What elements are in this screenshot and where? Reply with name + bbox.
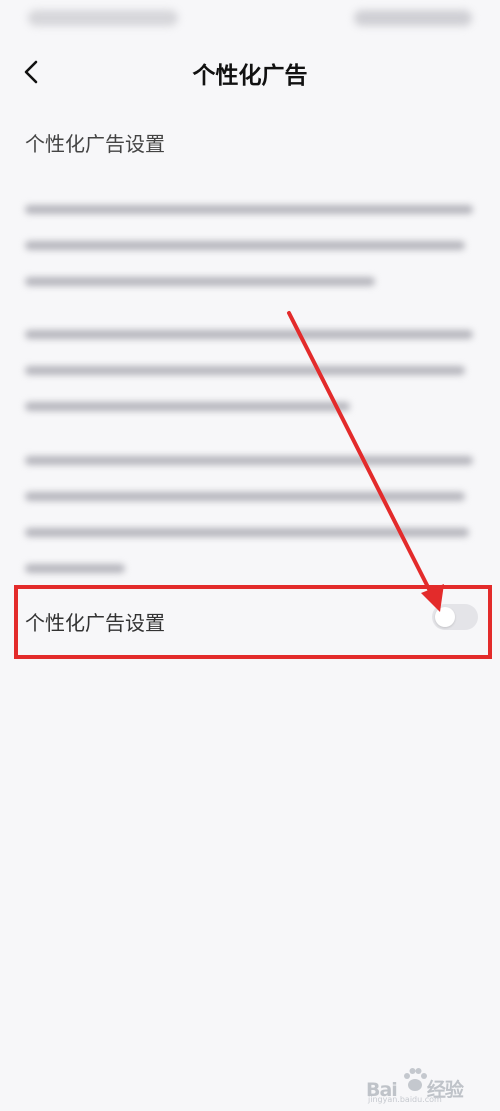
status-bar-right-blurred [354, 10, 472, 26]
blurred-description-paragraph-1 [25, 205, 473, 313]
page-title: 个性化广告 [192, 63, 308, 89]
personalized-ads-toggle[interactable] [432, 604, 478, 630]
section-title: 个性化广告设置 [25, 132, 165, 156]
blurred-description-paragraph-3 [25, 456, 473, 600]
status-bar-left-blurred [28, 10, 178, 26]
nav-bar: 个性化广告 [0, 40, 500, 106]
watermark: Bai 经验 jingyan.baidu.com [366, 1063, 486, 1104]
status-bar [0, 0, 500, 40]
toggle-knob [435, 607, 455, 627]
watermark-subtext: jingyan.baidu.com [368, 1095, 442, 1104]
blurred-description-paragraph-2 [25, 330, 473, 438]
personalized-ads-setting-row: 个性化广告设置 [0, 585, 500, 657]
setting-label: 个性化广告设置 [25, 611, 165, 635]
